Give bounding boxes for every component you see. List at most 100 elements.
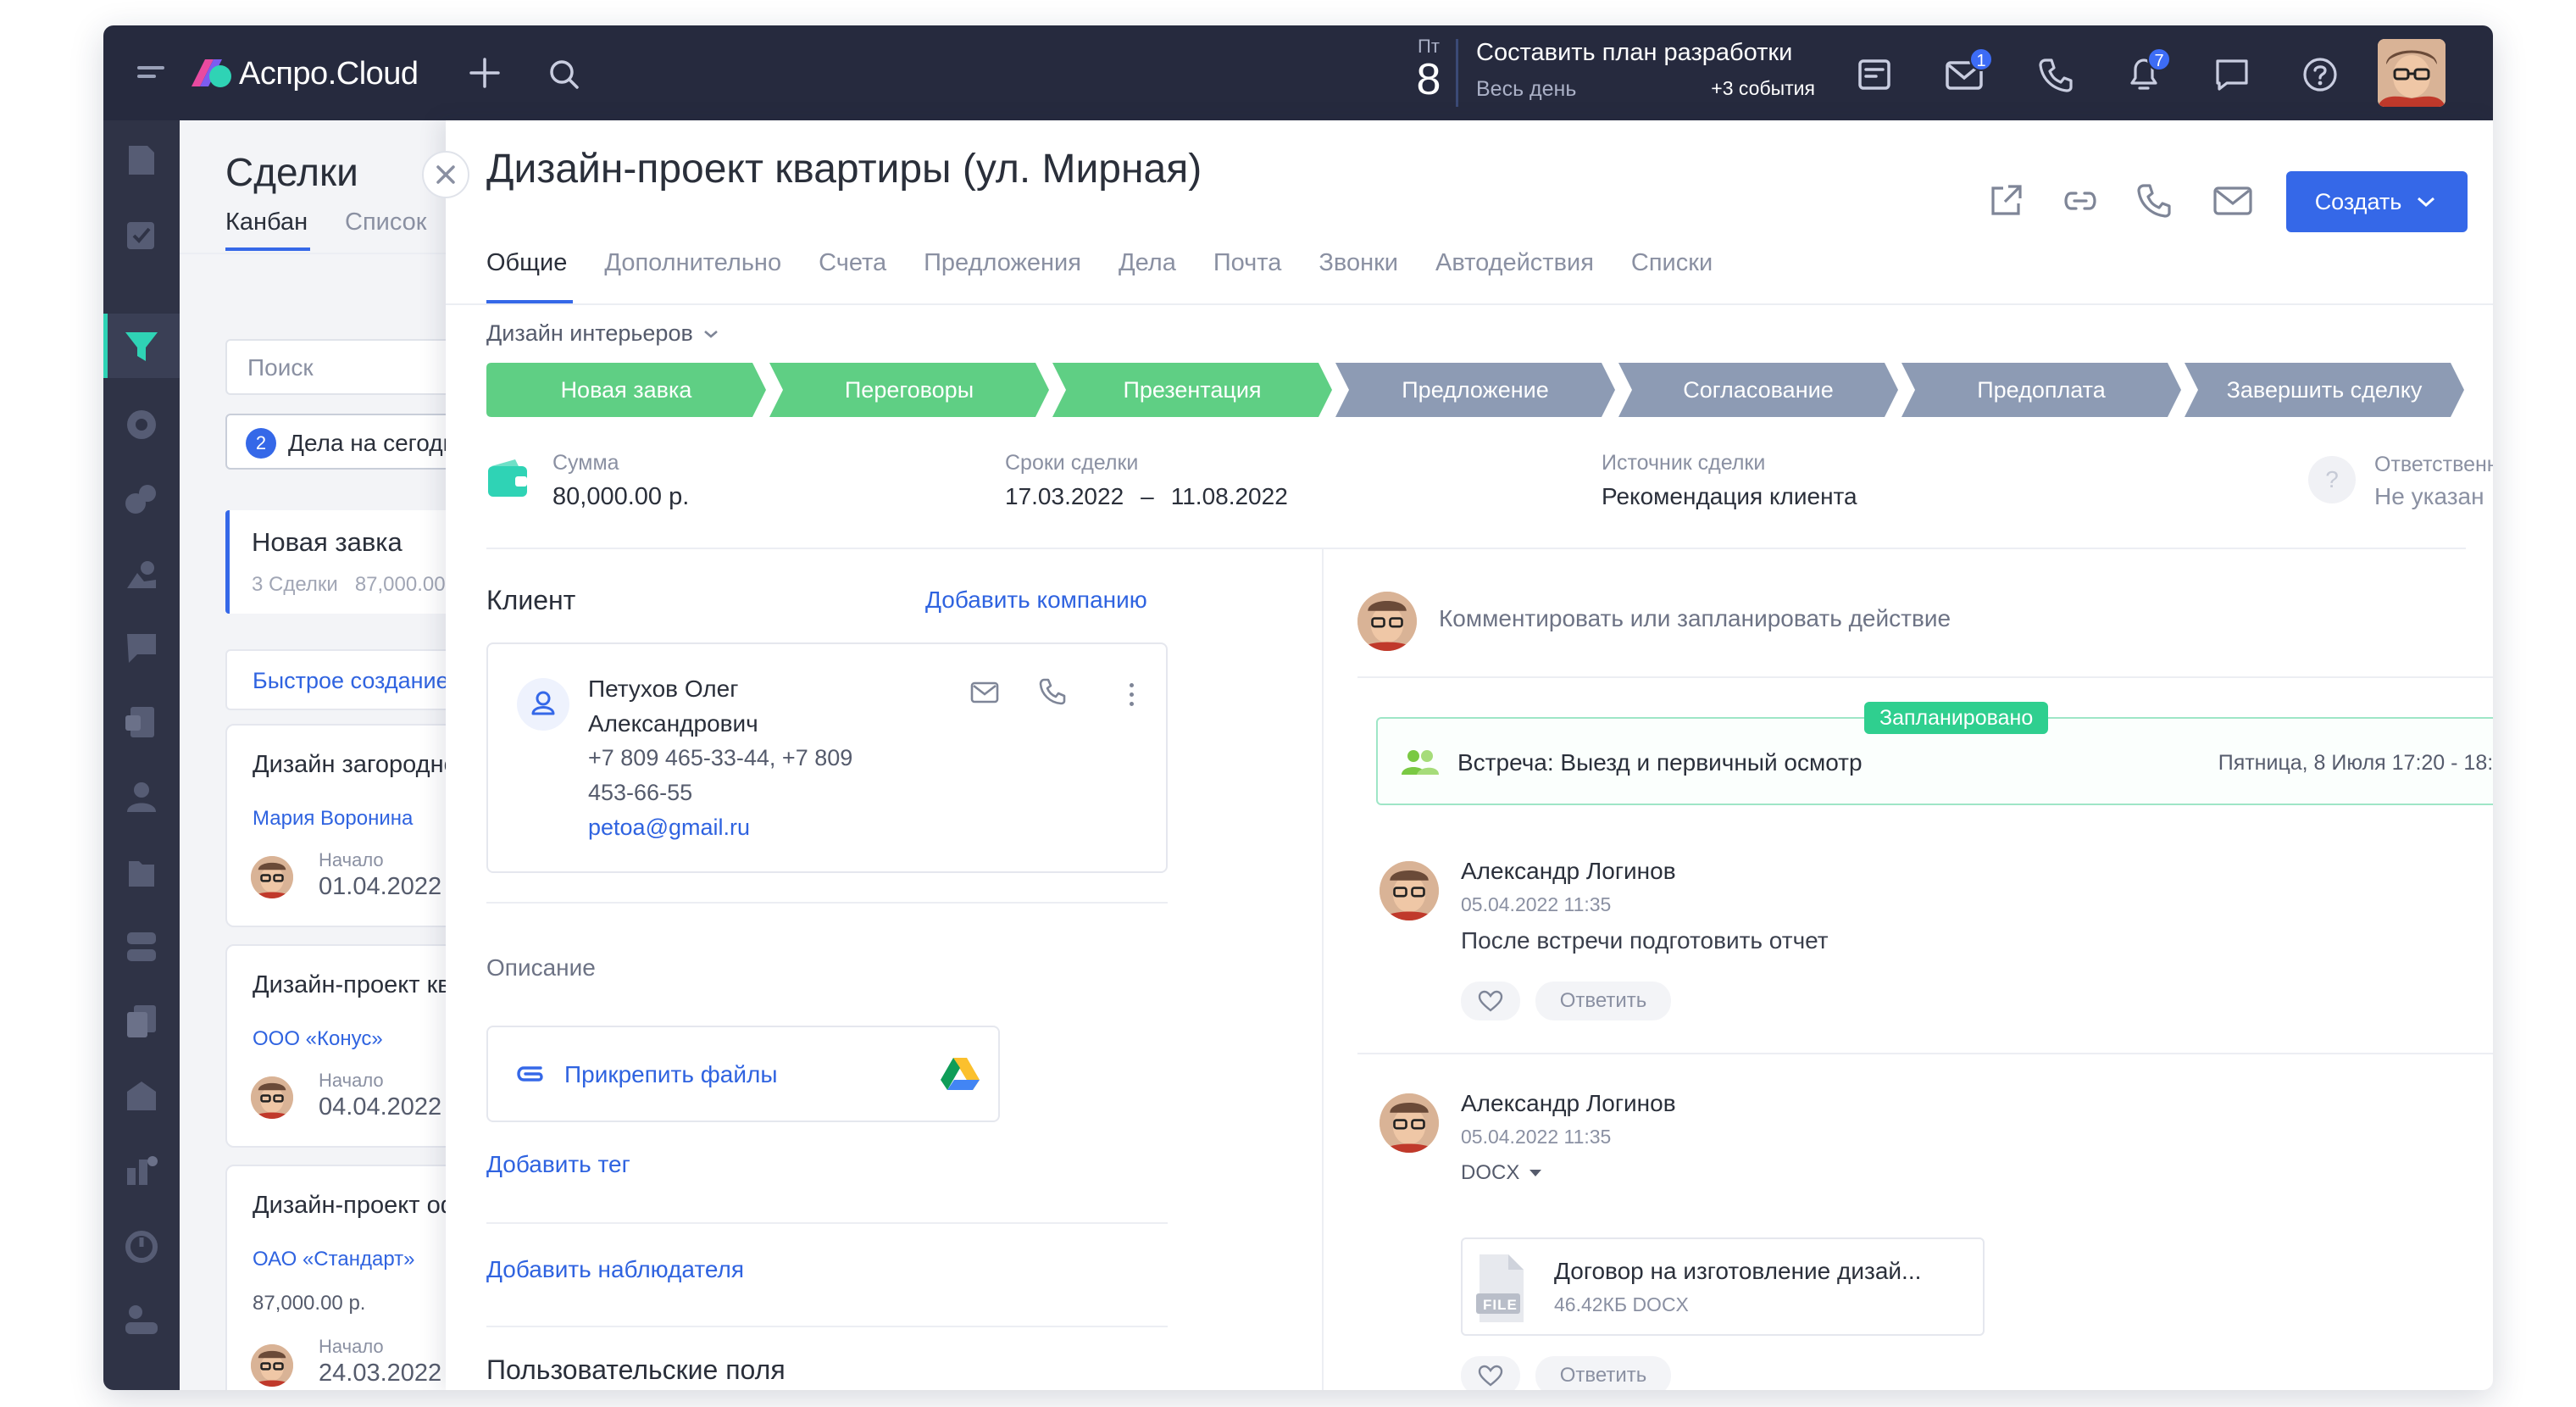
tab-tasks[interactable]: Дела: [1119, 249, 1176, 277]
help-icon[interactable]: [2301, 56, 2339, 97]
tasks-today-filter[interactable]: 2 Дела на сегодня: [225, 414, 471, 470]
reply-button[interactable]: Ответить: [1535, 982, 1671, 1020]
rail-help-icon[interactable]: [122, 1300, 161, 1339]
rail-storage-icon[interactable]: [122, 927, 161, 966]
deal-card-client[interactable]: ОАО «Стандарт»: [253, 1248, 414, 1271]
tab-invoices[interactable]: Счета: [819, 249, 886, 277]
call-icon[interactable]: [2135, 181, 2174, 225]
tab-list[interactable]: Список: [345, 209, 427, 236]
deal-card-client[interactable]: Мария Воронина: [253, 807, 413, 831]
responsible-value[interactable]: Не указан: [2374, 483, 2484, 510]
attach-files-label[interactable]: Прикрепить файлы: [564, 1061, 777, 1088]
plus-icon[interactable]: [468, 56, 502, 94]
rail-files-icon[interactable]: [122, 853, 161, 892]
period-value[interactable]: 17.03.2022 – 11.08.2022: [1005, 483, 1288, 510]
stage-1[interactable]: Новая завка: [486, 363, 766, 417]
add-company-link[interactable]: Добавить компанию: [925, 587, 1147, 614]
attach-files-box[interactable]: Прикрепить файлы: [486, 1026, 1000, 1122]
bell-icon[interactable]: 7: [2125, 47, 2171, 99]
client-phones-line1[interactable]: +7 809 465-33-44, +7 809: [588, 741, 852, 776]
post-author[interactable]: Александр Логинов: [1461, 1090, 1676, 1117]
stage-7[interactable]: Завершить сделку: [2185, 363, 2464, 417]
deals-search-input[interactable]: Поиск: [225, 339, 471, 395]
rail-projects-icon[interactable]: [122, 480, 161, 519]
tab-calls[interactable]: Звонки: [1319, 249, 1398, 277]
file-name: Договор на изготовление дизай...: [1554, 1258, 1922, 1284]
add-observer-link[interactable]: Добавить наблюдателя: [486, 1256, 744, 1283]
tab-general[interactable]: Общие: [486, 249, 567, 277]
quick-create-label: Быстрое создание: [253, 668, 449, 693]
user-avatar[interactable]: [2378, 39, 2446, 107]
menu-icon[interactable]: [137, 66, 164, 83]
quick-create-button[interactable]: Быстрое создание: [225, 649, 471, 710]
reply-button[interactable]: Ответить: [1535, 1356, 1671, 1390]
rail-store-icon[interactable]: [122, 1076, 161, 1115]
event-widget[interactable]: Составить план разработки Весь день +3 с…: [1476, 39, 1815, 103]
deal-card[interactable]: Дизайн загородного дома Мария Воронина Н…: [225, 724, 471, 927]
deal-card-client[interactable]: ООО «Конус»: [253, 1027, 383, 1051]
rail-tasks-icon[interactable]: [122, 215, 161, 254]
pipeline-select[interactable]: Дизайн интерьеров: [486, 320, 722, 347]
post-avatar: [1380, 1093, 1439, 1153]
client-name-line1[interactable]: Петухов Олег: [588, 671, 852, 706]
stage-3[interactable]: Презентация: [1052, 363, 1332, 417]
rail-desktop-icon[interactable]: [122, 141, 161, 180]
add-tag-link[interactable]: Добавить тег: [486, 1151, 630, 1178]
responsible-avatar[interactable]: ?: [2308, 456, 2356, 503]
tab-offers[interactable]: Предложения: [924, 249, 1081, 277]
deal-card[interactable]: Дизайн-проект офиса ОАО «Стандарт» 87,00…: [225, 1165, 471, 1390]
file-type-select[interactable]: DOCX: [1461, 1161, 1545, 1185]
rail-analytics-icon[interactable]: [122, 1151, 161, 1190]
link-icon[interactable]: [2061, 181, 2100, 225]
rail-funnel-icon[interactable]: [122, 327, 161, 366]
file-attachment[interactable]: FILE Договор на изготовление дизай... 46…: [1461, 1237, 1985, 1336]
post-time: 05.04.2022 11:35: [1461, 1126, 1612, 1148]
rail-timer-icon[interactable]: [122, 1226, 161, 1265]
google-drive-icon[interactable]: [939, 1054, 981, 1098]
tab-mail[interactable]: Почта: [1213, 249, 1282, 277]
stage-6[interactable]: Предоплата: [1901, 363, 2181, 417]
stage-name: Новая завка: [252, 527, 402, 557]
stage-2[interactable]: Переговоры: [769, 363, 1049, 417]
email-icon[interactable]: [2212, 181, 2254, 225]
create-button[interactable]: Создать: [2286, 171, 2468, 232]
date-widget[interactable]: Пт 8: [1410, 36, 1447, 102]
client-name-line2[interactable]: Александрович: [588, 706, 852, 741]
tab-lists[interactable]: Списки: [1631, 249, 1713, 277]
open-external-icon[interactable]: [1986, 181, 2025, 225]
client-more-icon[interactable]: [1125, 683, 1137, 711]
stage-5[interactable]: Согласование: [1618, 363, 1898, 417]
comment-input[interactable]: Комментировать или запланировать действи…: [1439, 605, 1951, 632]
like-button[interactable]: [1461, 1356, 1520, 1390]
notes-icon[interactable]: [1856, 56, 1893, 97]
deal-card[interactable]: Дизайн-проект квартиры ООО «Конус» Начал…: [225, 944, 471, 1148]
close-panel-button[interactable]: [422, 151, 469, 198]
rail-docs-icon[interactable]: [122, 704, 161, 742]
client-mail-icon[interactable]: [969, 678, 1000, 711]
rail-chat-icon[interactable]: [122, 629, 161, 668]
app-window: Аспро.Cloud Пт 8 Составить план разработ…: [103, 25, 2493, 1390]
rail-users-icon[interactable]: [122, 778, 161, 817]
chat-icon[interactable]: [2213, 56, 2251, 97]
stage-header-new[interactable]: Новая завка 3 Сделки 87,000.00 р.: [225, 510, 471, 614]
client-call-icon[interactable]: [1037, 676, 1068, 711]
rail-copy-icon[interactable]: [122, 1002, 161, 1041]
search-icon[interactable]: [547, 58, 581, 96]
mail-icon[interactable]: 1: [1944, 47, 1993, 97]
period-sep: –: [1141, 483, 1154, 509]
event-more[interactable]: +3 события: [1711, 77, 1815, 100]
rail-team-icon[interactable]: [122, 554, 161, 593]
rail-crm-icon[interactable]: [122, 405, 161, 444]
like-button[interactable]: [1461, 982, 1520, 1020]
stage-4[interactable]: Предложение: [1335, 363, 1615, 417]
client-email[interactable]: petoa@gmail.ru: [588, 810, 852, 845]
phone-icon[interactable]: [2037, 56, 2074, 97]
client-phones-line2[interactable]: 453-66-55: [588, 776, 852, 810]
post-author[interactable]: Александр Логинов: [1461, 858, 1676, 885]
tab-automations[interactable]: Автодействия: [1435, 249, 1594, 277]
kanban-tab-underline: [225, 247, 310, 251]
tab-kanban[interactable]: Канбан: [225, 209, 308, 236]
tab-additional[interactable]: Дополнительно: [604, 249, 781, 277]
sidebar-rail: [103, 120, 180, 1390]
deals-search-placeholder: Поиск: [247, 354, 314, 381]
